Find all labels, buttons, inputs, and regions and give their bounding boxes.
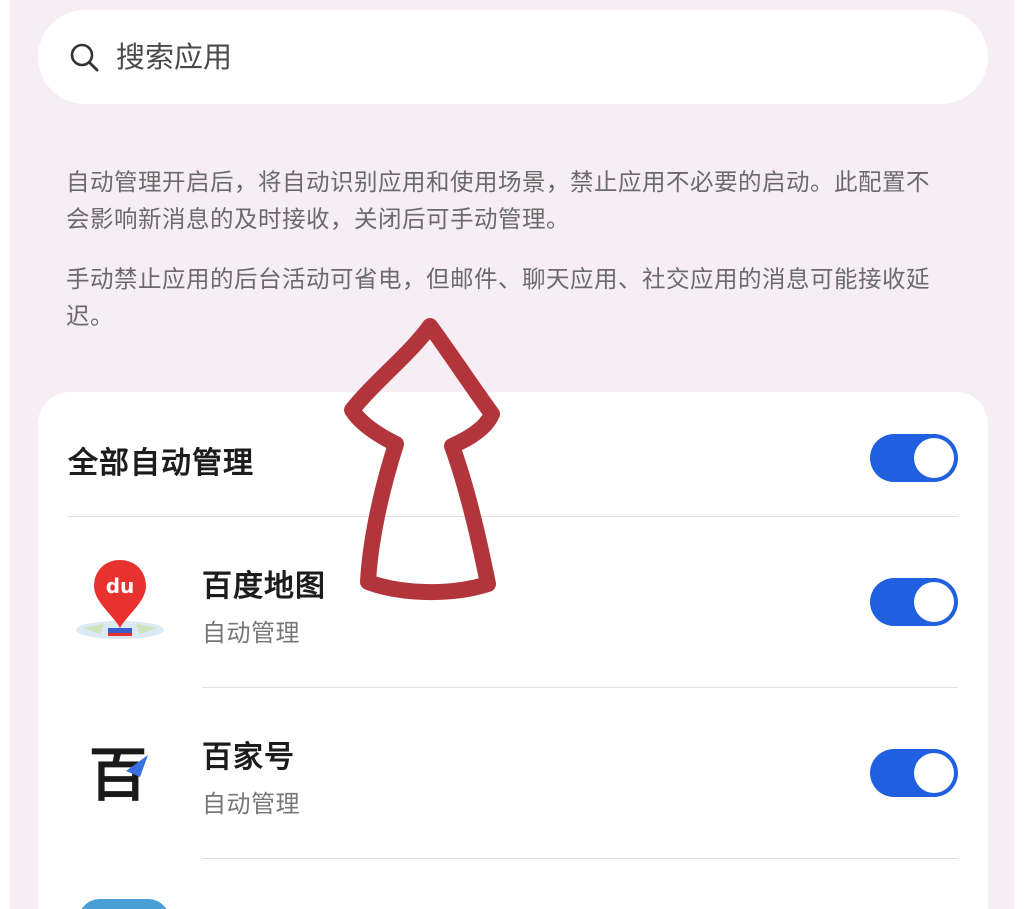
baijiahao-toggle-switch[interactable] [870, 749, 958, 797]
toggle-knob [914, 753, 954, 793]
toggle-knob [914, 582, 954, 622]
search-bar[interactable] [38, 10, 988, 104]
baidu-maps-icon-text: du [106, 574, 135, 598]
auto-manage-description: 自动管理开启后，将自动识别应用和使用场景，禁止应用不必要的启动。此配置不会影响新… [66, 168, 930, 233]
app-status: 自动管理 [202, 790, 300, 818]
divider [202, 858, 958, 859]
search-input[interactable] [96, 32, 916, 82]
baidu-maps-toggle-switch[interactable] [870, 578, 958, 626]
list-item-baidu-maps[interactable]: du 百度地图 自动管理 [38, 516, 988, 686]
search-icon [70, 43, 99, 72]
list-item-baijiahao[interactable]: 百 百家号 自动管理 [38, 687, 988, 857]
app-status: 自动管理 [202, 619, 300, 647]
manual-manage-description: 手动禁止应用的后台活动可省电，但邮件、聊天应用、社交应用的消息可能接收延迟。 [66, 265, 930, 330]
master-toggle-switch[interactable] [870, 434, 958, 482]
baijiahao-icon: 百 [89, 741, 148, 809]
toggle-knob [914, 438, 954, 478]
master-toggle-row[interactable]: 全部自动管理 [38, 392, 988, 516]
baidu-maps-icon: du [76, 560, 164, 639]
master-toggle-label: 全部自动管理 [68, 446, 254, 481]
app-name: 百家号 [202, 740, 295, 775]
app-name: 百度地图 [202, 569, 326, 604]
app-launch-settings-screen: 自动管理开启后，将自动识别应用和使用场景，禁止应用不必要的启动。此配置不会影响新… [10, 0, 1014, 909]
app-list-card: 全部自动管理 du 百度地图 自动管理 百 百家号 自动管理 [38, 392, 988, 909]
next-app-icon[interactable] [78, 899, 170, 909]
